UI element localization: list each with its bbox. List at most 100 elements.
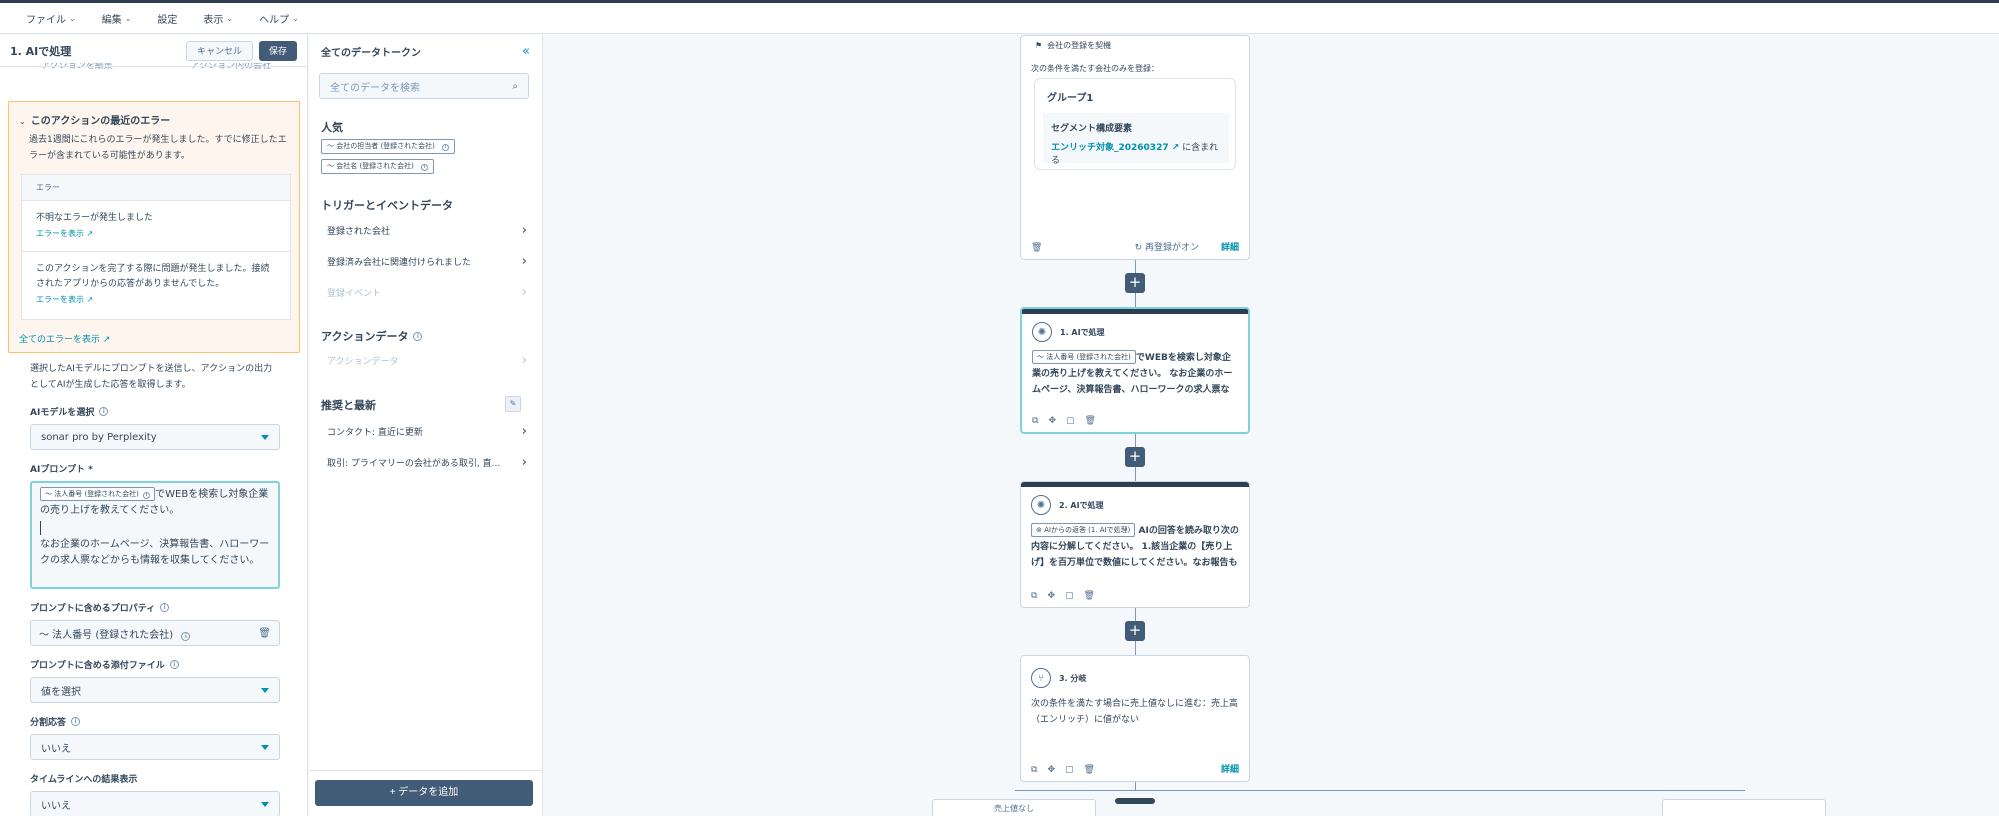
clone-icon[interactable]: ▢ xyxy=(1065,765,1074,775)
canvas-scroll-handle[interactable] xyxy=(1115,798,1155,804)
table-row: 不明なエラーが発生しました エラーを表示 ↗ xyxy=(22,201,290,252)
split-select[interactable]: いいえ xyxy=(30,734,280,760)
recent-errors-toggle[interactable]: ⌄ このアクションの最近のエラー xyxy=(19,112,170,127)
add-action-button[interactable]: + xyxy=(1125,621,1145,641)
details-link[interactable]: 詳細 xyxy=(1221,762,1239,775)
prompt-textarea[interactable]: 〜 法人番号 (登録された会社) i でWEBを検索し対象企業の売り上げを教えてく… xyxy=(30,481,280,589)
token-category-contact-recent[interactable]: コンタクト: 直近に更新 › xyxy=(327,424,527,439)
popular-token[interactable]: 〜 会社の担当者 (登録された会社) i xyxy=(321,139,456,154)
branch-condition: 次の条件を満たす場合に売上値なしに進む：売上高（エンリッチ）に値がない xyxy=(1031,699,1239,725)
info-icon: i xyxy=(442,144,450,151)
trash-icon[interactable]: 🗑 xyxy=(1085,416,1096,426)
trash-icon[interactable]: 🗑 xyxy=(1031,243,1042,253)
cancel-button[interactable]: キャンセル xyxy=(185,40,253,61)
text-cursor xyxy=(40,521,41,535)
caret-down-icon xyxy=(261,434,269,440)
menu-help[interactable]: ヘルプ ⌄ xyxy=(259,11,299,26)
chevron-down-icon: ⌄ xyxy=(124,13,132,23)
info-icon[interactable]: i xyxy=(99,407,109,416)
view-all-errors-link[interactable]: 全てのエラーを表示 ↗ xyxy=(19,332,110,345)
popular-token[interactable]: 〜 会社名 (登録された会社) i xyxy=(321,159,435,174)
menu-file[interactable]: ファイル ⌄ xyxy=(26,11,76,26)
menu-view[interactable]: 表示 ⌄ xyxy=(203,11,233,26)
errors-table: エラー 不明なエラーが発生しました エラーを表示 ↗ このアクションを完了する際… xyxy=(21,174,291,320)
table-row: このアクションを完了する際に問題が発生しました。接続されたアプリからの応答があり… xyxy=(22,252,290,317)
card-title: 3. 分岐 xyxy=(1059,673,1087,683)
trash-icon[interactable]: 🗑 xyxy=(258,628,271,639)
chevron-right-icon: › xyxy=(521,353,527,368)
token-category-enroll-event: 登録イベント › xyxy=(327,285,527,300)
branch-action-card[interactable]: ⑂ 3. 分岐 次の条件を満たす場合に売上値なしに進む：売上高（エンリッチ）に値… xyxy=(1020,655,1250,782)
error-message: 不明なエラーが発生しました xyxy=(36,213,154,223)
details-link[interactable]: 詳細 xyxy=(1221,240,1239,253)
info-icon[interactable]: i xyxy=(169,660,179,669)
view-error-link[interactable]: エラーを表示 ↗ xyxy=(36,292,276,307)
timeline-select[interactable]: いいえ xyxy=(30,791,280,816)
edit-pencil-icon[interactable]: ✎ xyxy=(505,396,521,412)
model-select[interactable]: sonar pro by Perplexity xyxy=(30,424,280,450)
trash-icon[interactable]: 🗑 xyxy=(1084,591,1095,601)
add-action-button[interactable]: + xyxy=(1125,273,1145,293)
chevron-right-icon: › xyxy=(521,223,527,238)
info-icon[interactable]: i xyxy=(413,331,423,341)
add-action-button[interactable]: + xyxy=(1125,447,1145,467)
view-error-link[interactable]: エラーを表示 ↗ xyxy=(36,226,276,241)
prompt-label: AIプロンプト * xyxy=(30,465,93,475)
branch-other-label[interactable] xyxy=(1662,799,1826,816)
card-title: 1. AIで処理 xyxy=(1060,327,1105,337)
add-data-button[interactable]: + データを追加 xyxy=(315,780,533,806)
info-icon[interactable]: i xyxy=(71,717,81,726)
connector-line xyxy=(1135,782,1136,790)
errors-table-header: エラー xyxy=(22,175,290,201)
split-label: 分割応答 i xyxy=(30,715,280,728)
token-category-associated[interactable]: 登録済み会社に関連付けられました › xyxy=(327,254,527,269)
prompt-token-corporate-number[interactable]: 〜 法人番号 (登録された会社) i xyxy=(40,487,156,501)
action-data-heading: アクションデータ i xyxy=(321,328,423,344)
props-select[interactable]: 〜 法人番号 (登録された会社) i 🗑 xyxy=(30,620,280,646)
workflow-canvas[interactable] xyxy=(544,35,1999,816)
branch-no-sales-label[interactable]: 売上値なし xyxy=(932,799,1096,816)
segment-label: セグメント構成要素 xyxy=(1051,124,1133,134)
chevron-right-icon: › xyxy=(521,285,527,300)
ai-sparkle-icon: ✺ xyxy=(1031,495,1051,515)
info-icon: i xyxy=(143,492,151,499)
trash-icon[interactable]: 🗑 xyxy=(1084,765,1095,775)
token-category-deal-primary[interactable]: 取引: プライマリーの会社がある取引, 直... › xyxy=(327,455,527,470)
chevron-right-icon: › xyxy=(521,424,527,439)
clone-icon[interactable]: ▢ xyxy=(1066,416,1075,426)
chevron-right-icon: › xyxy=(521,254,527,269)
save-button[interactable]: 保存 xyxy=(258,40,297,61)
caret-down-icon xyxy=(261,744,269,750)
attachments-select[interactable]: 値を選択 xyxy=(30,677,280,703)
copy-icon[interactable]: ⧉ xyxy=(1031,591,1037,601)
caret-down-icon xyxy=(261,687,269,693)
data-tokens-panel: 全てのデータトークン « 全てのデータを検索 ⌕ 人気 〜 会社の担当者 (登録… xyxy=(309,35,543,816)
info-icon[interactable]: i xyxy=(160,603,170,612)
menu-settings[interactable]: 設定 xyxy=(157,11,177,26)
chevron-down-icon: ⌄ xyxy=(226,13,234,23)
ai-action-card-1[interactable]: ✺ 1. AIで処理 〜 法人番号 (登録された会社) でWEBを検索し対象企業の… xyxy=(1020,307,1250,434)
reenroll-status: ↻ 再登録がオン xyxy=(1134,243,1199,253)
copy-icon[interactable]: ⧉ xyxy=(1032,416,1038,426)
chevron-down-icon: ⌄ xyxy=(19,117,26,126)
action-description: 選択したAIモデルにプロンプトを送信し、アクションの出力としてAIが生成した応答… xyxy=(30,364,273,390)
branch-split-line xyxy=(1015,790,1745,791)
segment-link[interactable]: エンリッチ対象_20260327 ↗ xyxy=(1051,143,1179,153)
enroll-condition: 次の条件を満たす会社のみを登録： xyxy=(1031,64,1159,73)
group-title: グループ1 xyxy=(1047,93,1094,104)
error-message: このアクションを完了する際に問題が発生しました。接続されたアプリからの応答があり… xyxy=(36,264,270,289)
token-category-enrolled-company[interactable]: 登録された会社 › xyxy=(327,223,527,238)
move-icon[interactable]: ✥ xyxy=(1047,591,1055,601)
ai-action-card-2[interactable]: ✺ 2. AIで処理 ⊚ AIからの返答 (1. AIで処理) AIの回答を読み… xyxy=(1020,481,1250,608)
card-prompt-preview: 〜 法人番号 (登録された会社) でWEBを検索し対象企業の売り上げを教えてくださ… xyxy=(1022,350,1248,400)
move-icon[interactable]: ✥ xyxy=(1047,765,1055,775)
copy-icon[interactable]: ⧉ xyxy=(1031,765,1037,775)
collapse-panel-icon[interactable]: « xyxy=(522,44,530,59)
menu-edit[interactable]: 編集 ⌄ xyxy=(102,11,132,26)
timeline-label: タイムラインへの結果表示 xyxy=(30,775,138,785)
segment-box: セグメント構成要素 エンリッチ対象_20260327 ↗ に含まれる xyxy=(1043,113,1229,166)
clone-icon[interactable]: ▢ xyxy=(1065,591,1074,601)
chevron-down-icon: ⌄ xyxy=(69,13,76,23)
token-search-input[interactable]: 全てのデータを検索 ⌕ xyxy=(319,73,529,99)
move-icon[interactable]: ✥ xyxy=(1048,416,1056,426)
